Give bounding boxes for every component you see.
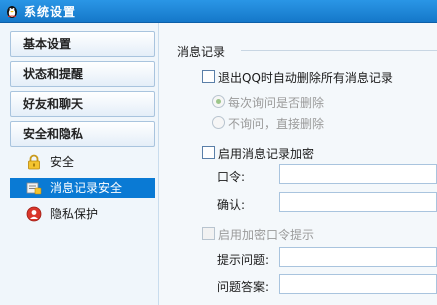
section-divider bbox=[241, 50, 437, 51]
hint-answer-field[interactable] bbox=[279, 274, 437, 294]
sidebar-item-security[interactable]: 安全 bbox=[10, 152, 155, 172]
radio-delete-directly[interactable] bbox=[212, 116, 225, 129]
password-label: 口令: bbox=[217, 170, 246, 184]
hint-question-label: 提示问题: bbox=[217, 253, 270, 267]
radio-ask-delete-label[interactable]: 每次询问是否删除 bbox=[228, 94, 324, 111]
title-bar[interactable]: 系统设置 bbox=[0, 0, 437, 23]
sidebar-item-label: 消息记录安全 bbox=[50, 181, 123, 195]
encrypt-label[interactable]: 启用消息记录加密 bbox=[218, 145, 314, 162]
qq-penguin-icon bbox=[7, 6, 17, 18]
category-basic-settings[interactable]: 基本设置 bbox=[10, 31, 155, 57]
password-field[interactable] bbox=[279, 164, 437, 184]
category-friends-chat[interactable]: 好友和聊天 bbox=[10, 91, 155, 117]
hint-answer-label: 问题答案: bbox=[217, 280, 270, 294]
section-title: 消息记录 bbox=[177, 45, 226, 59]
radio-ask-delete[interactable] bbox=[212, 95, 225, 108]
radio-selected-dot bbox=[216, 99, 221, 104]
settings-content: 消息记录 退出QQ时自动删除所有消息记录 每次询问是否删除 不询问，直接删除 启… bbox=[159, 23, 437, 305]
password-hint-checkbox[interactable] bbox=[202, 227, 215, 240]
radio-delete-directly-label[interactable]: 不询问，直接删除 bbox=[228, 115, 324, 132]
password-hint-label[interactable]: 启用加密口令提示 bbox=[218, 226, 314, 243]
exit-delete-label[interactable]: 退出QQ时自动删除所有消息记录 bbox=[218, 69, 393, 86]
sidebar-item-privacy[interactable]: 隐私保护 bbox=[10, 204, 155, 224]
lock-icon bbox=[28, 154, 40, 170]
sidebar-item-label: 安全 bbox=[50, 155, 75, 169]
hint-question-field[interactable] bbox=[279, 247, 437, 267]
confirm-label: 确认: bbox=[217, 198, 246, 212]
message-record-icon bbox=[26, 182, 42, 195]
privacy-icon bbox=[26, 206, 42, 222]
sidebar-item-label: 隐私保护 bbox=[50, 207, 99, 221]
confirm-password-field[interactable] bbox=[279, 192, 437, 212]
exit-delete-checkbox[interactable] bbox=[202, 70, 215, 83]
settings-sidebar: 基本设置 状态和提醒 好友和聊天 安全和隐私 安全 消息记录安全 隐私保护 bbox=[0, 23, 159, 305]
sidebar-item-message-record-security[interactable]: 消息记录安全 bbox=[10, 178, 155, 198]
category-security-privacy[interactable]: 安全和隐私 bbox=[10, 121, 155, 147]
category-status-reminders[interactable]: 状态和提醒 bbox=[10, 61, 155, 87]
encrypt-checkbox[interactable] bbox=[202, 146, 215, 159]
window-title: 系统设置 bbox=[24, 5, 77, 19]
